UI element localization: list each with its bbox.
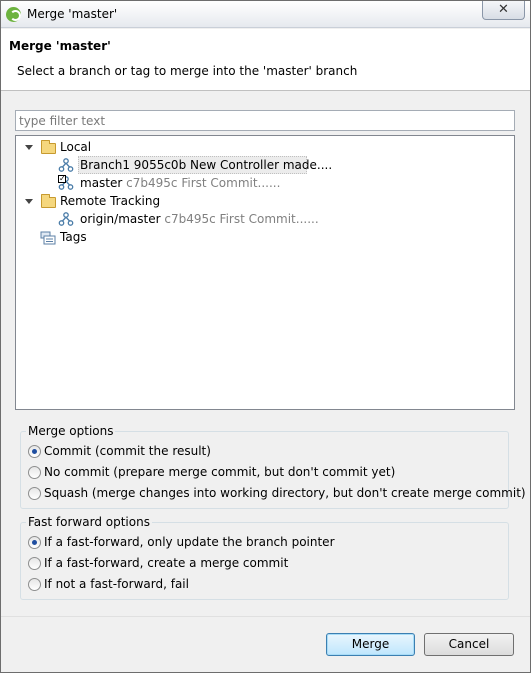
tree-item-master[interactable]: ✓ master c7b495c First Commit...... (16, 174, 514, 192)
folder-icon (41, 140, 56, 154)
tree-node-remote-tracking[interactable]: Remote Tracking (16, 192, 514, 210)
dialog-title: Merge 'master' (9, 39, 111, 53)
radio-label: If not a fast-forward, fail (44, 577, 189, 591)
merge-button[interactable]: Merge (326, 633, 415, 656)
spring-app-icon (6, 7, 21, 22)
tree-node-label: Remote Tracking (60, 194, 161, 208)
footer-divider (1, 616, 530, 617)
radio-button[interactable] (28, 445, 41, 458)
ff-options-title: Fast forward options (26, 515, 152, 529)
radio-button[interactable] (28, 536, 41, 549)
branch-name: origin/master (80, 212, 161, 226)
radio-button[interactable] (28, 487, 41, 500)
branch-message: New Controller made.... (190, 158, 333, 172)
merge-dialog: Merge 'master' ✕ Merge 'master' Select a… (0, 0, 531, 673)
folder-icon (41, 194, 56, 208)
tree-item-branch1[interactable]: Branch1 9055c0b New Controller made.... (16, 156, 514, 174)
branch-tree[interactable]: Local Branch1 9055c0b New Controller mad… (15, 135, 515, 410)
radio-label: Squash (merge changes into working direc… (44, 486, 526, 500)
title-bar[interactable]: Merge 'master' ✕ (1, 1, 530, 28)
tree-node-local[interactable]: Local (16, 138, 514, 156)
filter-input[interactable] (15, 110, 515, 131)
close-button[interactable]: ✕ (482, 1, 525, 20)
radio-button[interactable] (28, 578, 41, 591)
branch-message: First Commit...... (219, 212, 319, 226)
branch-message: First Commit...... (181, 176, 281, 190)
radio-label: Commit (commit the result) (44, 444, 211, 458)
radio-label: If a fast-forward, only update the branc… (44, 535, 335, 549)
dialog-header: Merge 'master' Select a branch or tag to… (1, 29, 530, 91)
branch-name: Branch1 (80, 158, 130, 172)
tree-node-label: Tags (60, 230, 87, 244)
radio-button[interactable] (28, 466, 41, 479)
branch-hash: c7b495c (126, 176, 178, 190)
window-title: Merge 'master' (27, 7, 118, 21)
dialog-description: Select a branch or tag to merge into the… (17, 64, 358, 78)
tree-node-label: Local (60, 140, 92, 154)
branch-name: master (80, 176, 123, 190)
radio-label: If a fast-forward, create a merge commit (44, 556, 289, 570)
radio-button[interactable] (28, 557, 41, 570)
branch-icon (58, 158, 74, 172)
cancel-button[interactable]: Cancel (424, 633, 514, 656)
branch-hash: 9055c0b (133, 158, 187, 172)
branch-icon (58, 212, 74, 226)
merge-options-title: Merge options (26, 424, 116, 438)
expand-triangle-icon[interactable] (25, 199, 33, 204)
checked-out-icon: ✓ (58, 174, 66, 183)
tree-node-tags[interactable]: Tags (16, 228, 514, 246)
branch-hash: c7b495c (164, 212, 216, 226)
close-icon: ✕ (498, 2, 509, 17)
expand-triangle-icon[interactable] (25, 145, 33, 150)
tree-item-origin-master[interactable]: origin/master c7b495c First Commit...... (16, 210, 514, 228)
radio-label: No commit (prepare merge commit, but don… (44, 465, 396, 479)
tags-icon (40, 231, 56, 245)
